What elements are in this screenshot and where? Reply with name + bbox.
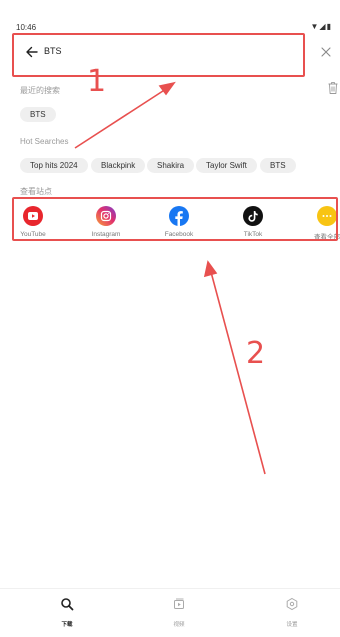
nav-label: 设置 <box>286 622 298 628</box>
annotation-arrow-2 <box>210 271 266 475</box>
status-bar: 10:46 ▼◢▮ <box>0 0 340 32</box>
annotation-box-2 <box>12 197 338 241</box>
recent-searches-label: 最近的搜索 <box>20 86 60 95</box>
hot-chip[interactable]: Taylor Swift <box>196 158 257 173</box>
status-time: 10:46 <box>16 23 37 32</box>
nav-label: 视频 <box>173 622 185 628</box>
annotation-label-1: 1 <box>87 64 107 99</box>
status-icons: ▼◢▮ <box>310 22 332 31</box>
annotation-label-2: 2 <box>246 336 266 371</box>
hot-chip[interactable]: BTS <box>260 158 296 173</box>
hot-searches-label: Hot Searches <box>20 137 69 146</box>
recent-chip[interactable]: BTS <box>20 107 56 122</box>
nav-item-video[interactable]: 视频 <box>159 597 199 628</box>
search-icon <box>61 598 74 611</box>
bottom-nav: 下载 视频 设置 <box>0 588 340 637</box>
sites-label: 查看站点 <box>20 187 52 196</box>
settings-icon <box>286 597 298 611</box>
hot-chip[interactable]: Top hits 2024 <box>20 158 88 173</box>
annotation-box-1 <box>12 33 305 77</box>
nav-item-settings[interactable]: 设置 <box>272 597 312 628</box>
close-icon[interactable] <box>319 45 333 59</box>
hot-chip[interactable]: Shakira <box>147 158 195 173</box>
annotation-arrowhead-2 <box>203 260 218 278</box>
nav-label: 下载 <box>61 622 73 628</box>
annotation-arrowhead-1 <box>158 81 176 96</box>
hot-chip[interactable]: Blackpink <box>91 158 146 173</box>
nav-item-download[interactable]: 下载 <box>47 597 87 628</box>
trash-icon[interactable] <box>327 81 339 95</box>
video-library-icon <box>174 598 184 609</box>
